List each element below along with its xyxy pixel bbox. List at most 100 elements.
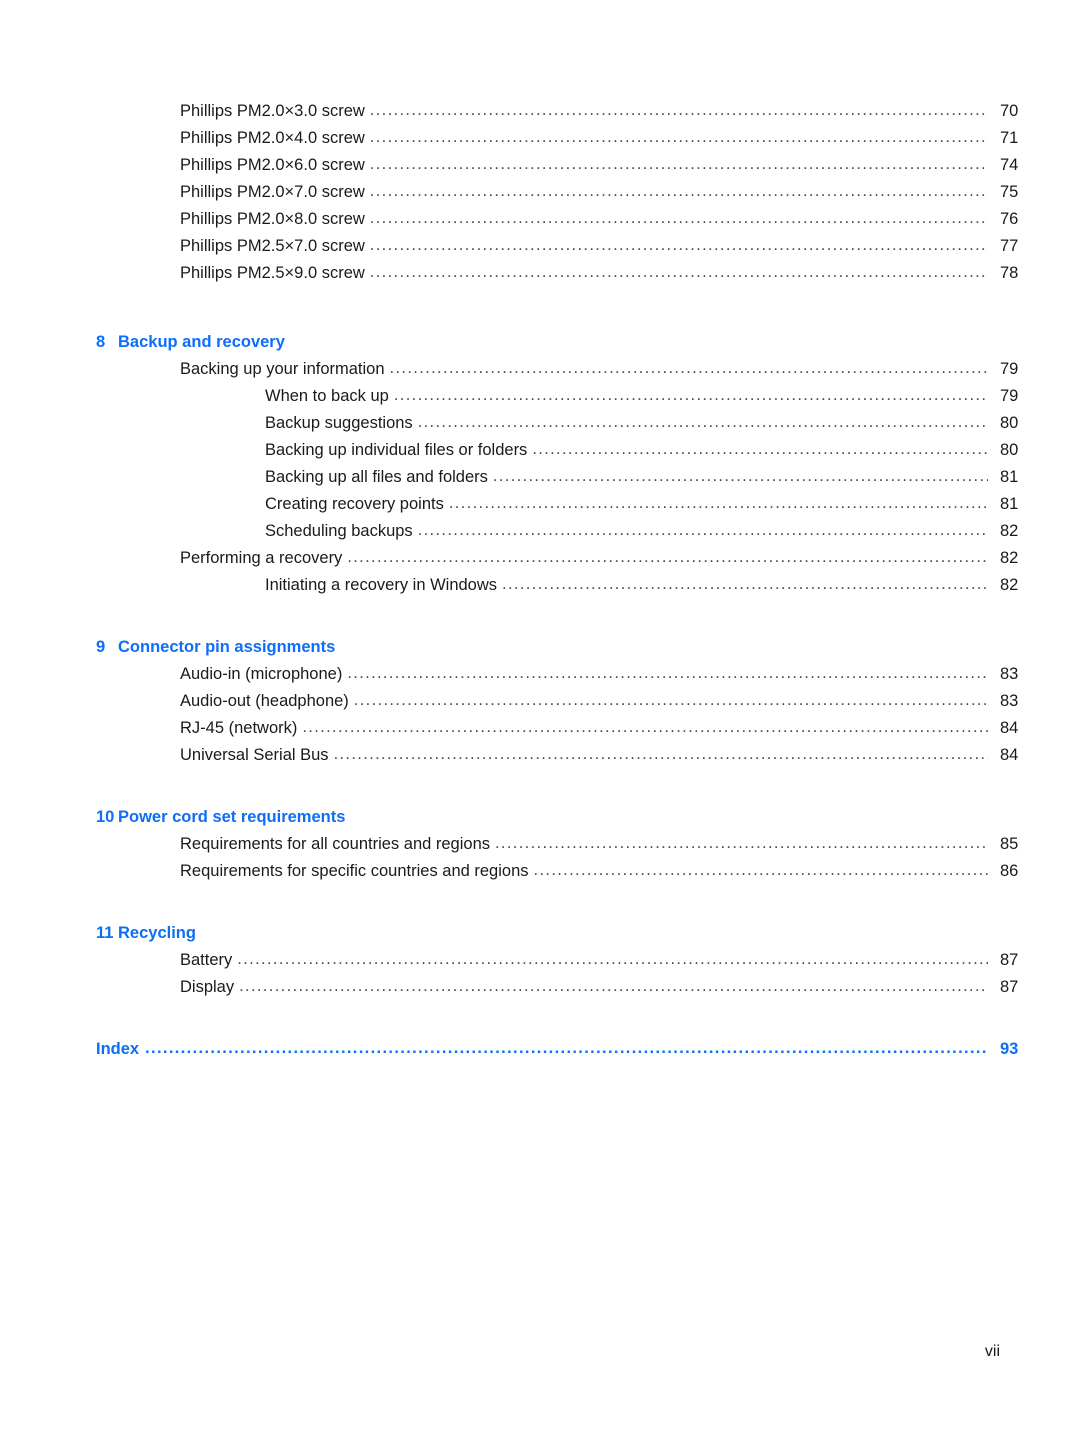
toc-entry-label: Performing a recovery — [180, 549, 343, 567]
toc-entry-pagenumber: 81 — [1000, 495, 1019, 513]
toc-entry[interactable]: Initiating a recovery in Windows........… — [0, 572, 1080, 599]
toc-body: 8 Backup and recovery Backing up your info… — [0, 329, 1080, 1001]
toc-chapter-heading[interactable]: 9 Connector pin assignments — [0, 634, 1080, 661]
dot-leader: ........................................… — [369, 101, 988, 119]
toc-entry[interactable]: Phillips PM2.5×9.0 screw................… — [0, 260, 1080, 287]
toc-entry[interactable]: Backing up individual files or folders..… — [0, 437, 1080, 464]
toc-entry-pagenumber: 84 — [1000, 719, 1019, 737]
toc-chapter-heading[interactable]: 8 Backup and recovery — [0, 329, 1080, 356]
toc-entry[interactable]: Creating recovery points................… — [0, 491, 1080, 518]
toc-chapter-block: 8 Backup and recovery Backing up your info… — [0, 329, 1080, 599]
dot-leader: ........................................… — [302, 718, 988, 736]
toc-chapter-number: 11 — [96, 924, 114, 942]
dot-leader: ........................................… — [533, 861, 988, 879]
toc-entry[interactable]: Backup suggestions......................… — [0, 410, 1080, 437]
dot-leader: ........................................… — [347, 664, 988, 682]
toc-chapter-number: 9 — [96, 638, 106, 656]
toc-entry[interactable]: Phillips PM2.0×3.0 screw................… — [0, 98, 1080, 125]
toc-entry-pagenumber: 84 — [1000, 746, 1019, 764]
toc-index-row[interactable]: Index ..................................… — [0, 1036, 1080, 1063]
dot-leader: ........................................… — [239, 977, 988, 995]
toc-entry-pagenumber: 82 — [1000, 576, 1019, 594]
toc-entry[interactable]: Phillips PM2.0×7.0 screw................… — [0, 179, 1080, 206]
toc-entry[interactable]: RJ-45 (network).........................… — [0, 715, 1080, 742]
toc-entry-label: Backing up your information — [180, 360, 385, 378]
toc-entry-label: Battery — [180, 951, 233, 969]
toc-entry-label: Universal Serial Bus — [180, 746, 329, 764]
toc-entry-label: Audio-in (microphone) — [180, 665, 343, 683]
toc-entry-pagenumber: 71 — [1000, 129, 1019, 147]
toc-entry[interactable]: Battery.................................… — [0, 947, 1080, 974]
toc-entry-label: Phillips PM2.0×6.0 screw — [180, 156, 365, 174]
toc-entry-pagenumber: 79 — [1000, 387, 1019, 405]
dot-leader: ........................................… — [417, 521, 988, 539]
toc-entry-label: Phillips PM2.0×4.0 screw — [180, 129, 365, 147]
toc-entry-label: RJ-45 (network) — [180, 719, 298, 737]
toc-entry-pagenumber: 80 — [1000, 441, 1019, 459]
toc-entry-label: Phillips PM2.5×9.0 screw — [180, 264, 365, 282]
toc-entry[interactable]: When to back up.........................… — [0, 383, 1080, 410]
toc-entry[interactable]: Phillips PM2.0×4.0 screw................… — [0, 125, 1080, 152]
toc-entry-label: Phillips PM2.5×7.0 screw — [180, 237, 365, 255]
toc-entry-label: Display — [180, 978, 235, 996]
toc-entry[interactable]: Audio-in (microphone)...................… — [0, 661, 1080, 688]
toc-entry[interactable]: Requirements for specific countries and … — [0, 858, 1080, 885]
dot-leader: ........................................… — [145, 1039, 988, 1057]
toc-entry-label: Backing up all files and folders — [265, 468, 488, 486]
toc-entry[interactable]: Requirements for all countries and regio… — [0, 831, 1080, 858]
toc-entry[interactable]: Backing up all files and folders........… — [0, 464, 1080, 491]
toc-chapter-title: Backup and recovery — [118, 333, 285, 351]
dot-leader: ........................................… — [369, 155, 988, 173]
dot-leader: ........................................… — [347, 548, 988, 566]
dot-leader: ........................................… — [393, 386, 988, 404]
toc-entry-pagenumber: 77 — [1000, 237, 1019, 255]
dot-leader: ........................................… — [389, 359, 988, 377]
toc-entry-label: Phillips PM2.0×3.0 screw — [180, 102, 365, 120]
dot-leader: ........................................… — [448, 494, 988, 512]
dot-leader: ........................................… — [492, 467, 988, 485]
toc-entry-label: When to back up — [265, 387, 389, 405]
toc-entry-pagenumber: 75 — [1000, 183, 1019, 201]
toc-entry-label: Requirements for specific countries and … — [180, 862, 529, 880]
toc-entry-pagenumber: 74 — [1000, 156, 1019, 174]
toc-chapter-block: 9 Connector pin assignments Audio-in (micr… — [0, 634, 1080, 769]
toc-chapter-title: Power cord set requirements — [118, 808, 346, 826]
dot-leader: ........................................… — [495, 834, 988, 852]
toc-entry[interactable]: Phillips PM2.5×7.0 screw................… — [0, 233, 1080, 260]
toc-entry[interactable]: Phillips PM2.0×8.0 screw................… — [0, 206, 1080, 233]
toc-entry-pagenumber: 83 — [1000, 692, 1019, 710]
toc-entry-pagenumber: 80 — [1000, 414, 1019, 432]
toc-entry-pagenumber: 70 — [1000, 102, 1019, 120]
toc-entry-label: Backup suggestions — [265, 414, 413, 432]
toc-entry[interactable]: Scheduling backups......................… — [0, 518, 1080, 545]
toc-entry-pagenumber: 81 — [1000, 468, 1019, 486]
toc-entry-pagenumber: 86 — [1000, 862, 1019, 880]
toc-entry[interactable]: Performing a recovery...................… — [0, 545, 1080, 572]
dot-leader: ........................................… — [502, 575, 988, 593]
toc-entry-label: Creating recovery points — [265, 495, 444, 513]
toc-entry-label: Backing up individual files or folders — [265, 441, 528, 459]
toc-entry-label: Requirements for all countries and regio… — [180, 835, 490, 853]
toc-entry-pagenumber: 87 — [1000, 978, 1019, 996]
toc-entry-label: Phillips PM2.0×7.0 screw — [180, 183, 365, 201]
toc-chapter-number: 8 — [96, 333, 106, 351]
document-page: Phillips PM2.0×3.0 screw................… — [0, 0, 1080, 1437]
toc-entry[interactable]: Backing up your information.............… — [0, 356, 1080, 383]
toc-entry[interactable]: Universal Serial Bus....................… — [0, 742, 1080, 769]
toc-index-label: Index — [96, 1040, 140, 1058]
footer-page-number: vii — [984, 1343, 1000, 1360]
toc-chapter-block: 11 Recycling Battery......................… — [0, 920, 1080, 1001]
toc-entry[interactable]: Audio-out (headphone)...................… — [0, 688, 1080, 715]
dot-leader: ........................................… — [237, 950, 988, 968]
toc-index-pagenumber: 93 — [1000, 1040, 1019, 1058]
toc-entry-label: Phillips PM2.0×8.0 screw — [180, 210, 365, 228]
dot-leader: ........................................… — [369, 182, 988, 200]
toc-entry-pagenumber: 78 — [1000, 264, 1019, 282]
toc-entry[interactable]: Display.................................… — [0, 974, 1080, 1001]
dot-leader: ........................................… — [369, 128, 988, 146]
toc-chapter-heading[interactable]: 11 Recycling — [0, 920, 1080, 947]
toc-entry-pagenumber: 79 — [1000, 360, 1019, 378]
toc-chapter-title: Connector pin assignments — [118, 638, 336, 656]
toc-entry[interactable]: Phillips PM2.0×6.0 screw................… — [0, 152, 1080, 179]
toc-chapter-heading[interactable]: 10 Power cord set requirements — [0, 804, 1080, 831]
